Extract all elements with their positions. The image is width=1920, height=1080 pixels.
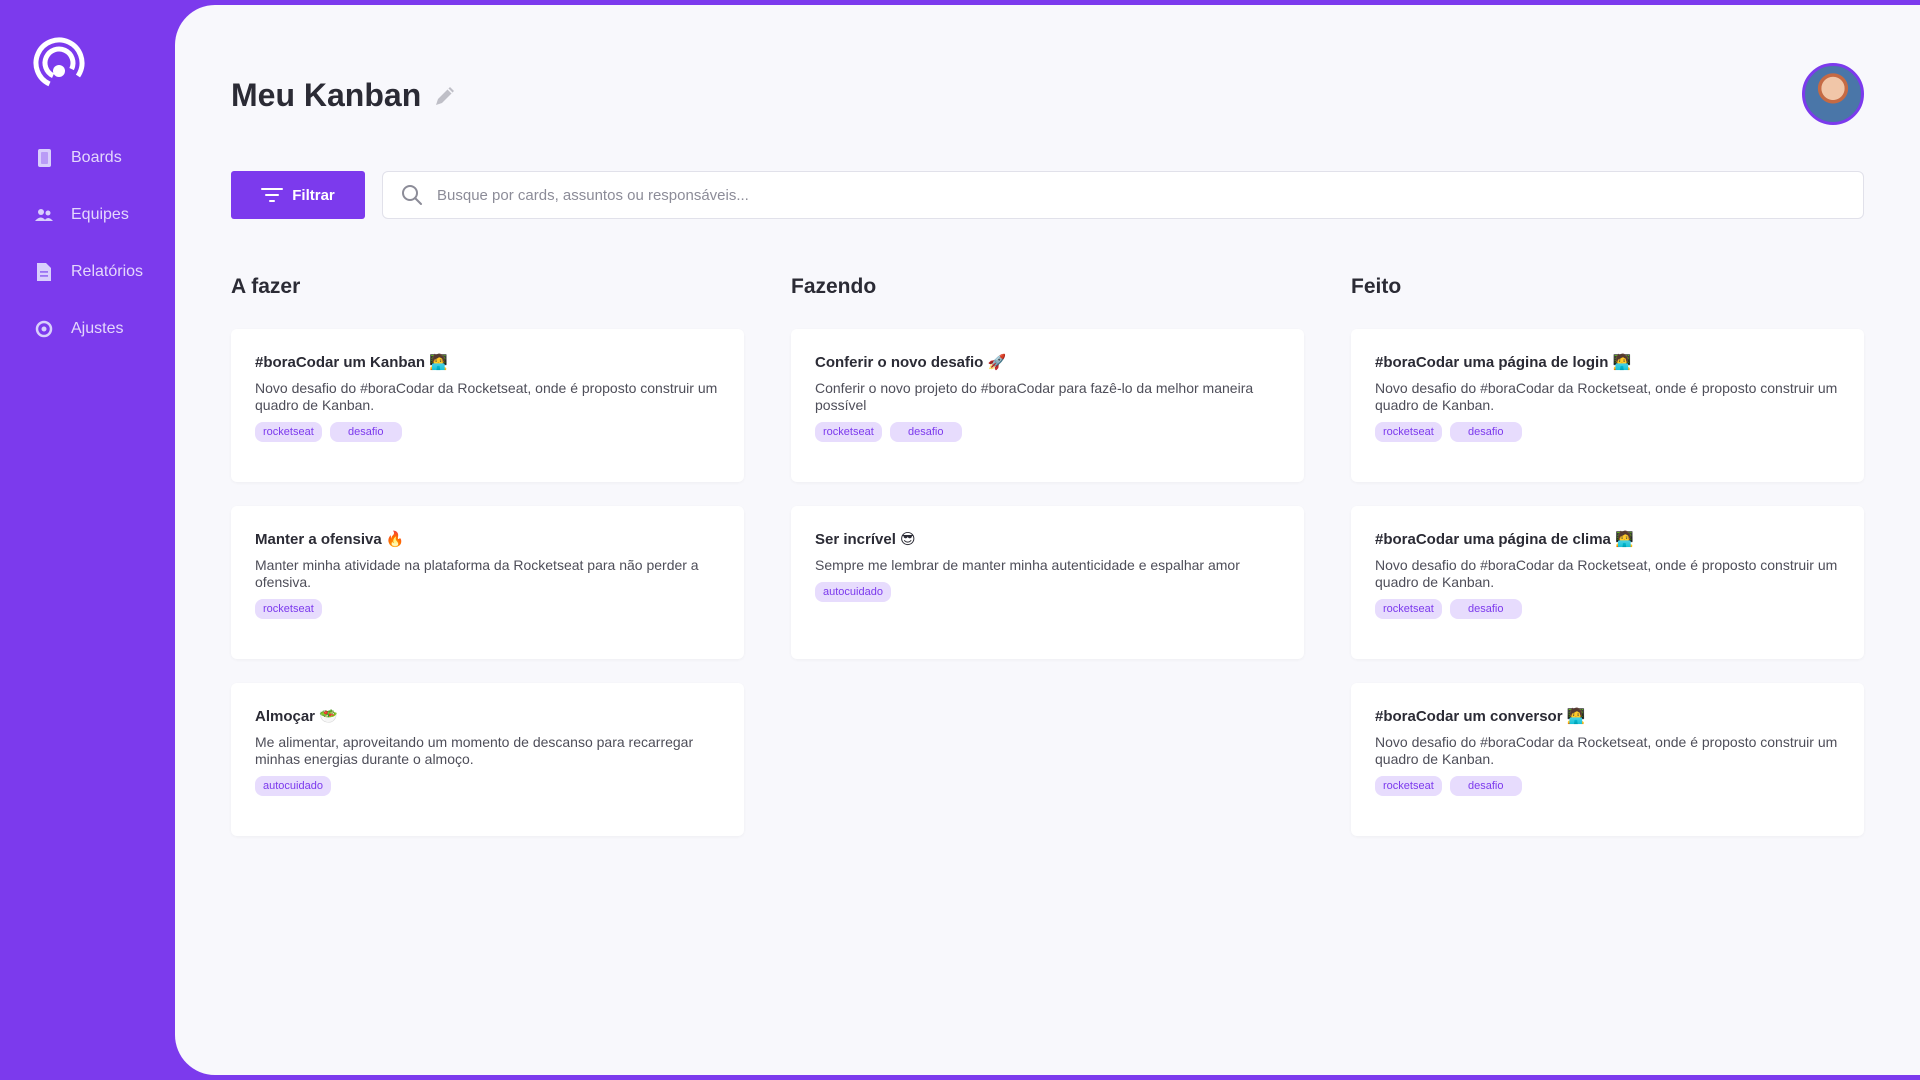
sidebar: Boards Equipes Relatórios Ajustes: [0, 0, 175, 1080]
card-description: Novo desafio do #boraCodar da Rocketseat…: [1375, 557, 1838, 590]
sidebar-item-label: Equipes: [71, 206, 129, 223]
card-title: #boraCodar uma página de clima 🧑‍💻: [1375, 531, 1634, 548]
tag[interactable]: desafio: [1449, 422, 1522, 442]
sidebar-item-label: Boards: [71, 149, 122, 166]
tag-list: rocketseat desafio: [1375, 776, 1840, 796]
tag[interactable]: desafio: [1449, 776, 1522, 796]
kanban-card[interactable]: #boraCodar uma página de clima 🧑‍💻 Novo …: [1351, 506, 1864, 659]
sidebar-item-boards[interactable]: Boards: [34, 143, 143, 173]
tag[interactable]: autocuidado: [815, 582, 891, 602]
card-description: Novo desafio do #boraCodar da Rocketseat…: [1375, 380, 1838, 413]
tag[interactable]: desafio: [1449, 599, 1522, 619]
sidebar-item-equipes[interactable]: Equipes: [34, 200, 143, 230]
tag[interactable]: rocketseat: [1375, 776, 1442, 796]
board-title: Meu Kanban: [231, 77, 422, 113]
sidebar-item-relatorios[interactable]: Relatórios: [34, 257, 143, 287]
search-bar[interactable]: [382, 171, 1864, 219]
kanban-card[interactable]: Ser incrível 😎 Sempre me lembrar de mant…: [791, 506, 1304, 659]
card-title: #boraCodar um Kanban 🧑‍💻: [255, 354, 448, 371]
column-fazendo: Fazendo Conferir o novo desafio 🚀 Confer…: [791, 275, 1304, 683]
kanban-card[interactable]: Almoçar 🥗 Me alimentar, aproveitando um …: [231, 683, 744, 836]
filter-button[interactable]: Filtrar: [231, 171, 365, 219]
column-title: Fazendo: [791, 275, 877, 298]
tag-list: rocketseat desafio: [815, 422, 1280, 442]
tag[interactable]: rocketseat: [1375, 599, 1442, 619]
avatar[interactable]: [1802, 63, 1864, 125]
filter-icon: [261, 188, 284, 202]
page-title: Meu Kanban: [231, 77, 457, 114]
card-title: #boraCodar um conversor 🧑‍💻: [1375, 708, 1586, 725]
kanban-card[interactable]: #boraCodar um Kanban 🧑‍💻 Novo desafio do…: [231, 329, 744, 482]
app-logo[interactable]: [32, 30, 86, 90]
team-icon: [34, 205, 54, 225]
card-title: #boraCodar uma página de login 🧑‍💻: [1375, 354, 1632, 371]
kanban-card[interactable]: #boraCodar um conversor 🧑‍💻 Novo desafio…: [1351, 683, 1864, 836]
search-input[interactable]: [435, 185, 1819, 205]
tag-list: autocuidado: [255, 776, 720, 796]
report-icon: [34, 262, 54, 282]
tag[interactable]: rocketseat: [815, 422, 882, 442]
tag[interactable]: rocketseat: [255, 599, 322, 619]
tag[interactable]: desafio: [889, 422, 962, 442]
edit-icon[interactable]: [433, 84, 457, 108]
card-description: Novo desafio do #boraCodar da Rocketseat…: [255, 380, 718, 413]
tag-list: rocketseat: [255, 599, 720, 619]
sidebar-item-ajustes[interactable]: Ajustes: [34, 314, 143, 344]
settings-icon: [34, 319, 54, 339]
tag[interactable]: desafio: [329, 422, 402, 442]
card-title: Conferir o novo desafio 🚀: [815, 354, 1007, 371]
boards-icon: [34, 148, 54, 168]
sidebar-nav: Boards Equipes Relatórios Ajustes: [34, 143, 143, 371]
card-title: Manter a ofensiva 🔥: [255, 531, 405, 548]
card-description: Sempre me lembrar de manter minha autent…: [815, 557, 1240, 573]
main-content: Meu Kanban Filtrar A fazer #boraCodar um…: [175, 5, 1920, 1075]
kanban-card[interactable]: Manter a ofensiva 🔥 Manter minha ativida…: [231, 506, 744, 659]
card-title: Ser incrível 😎: [815, 531, 916, 548]
search-icon: [402, 185, 422, 205]
column-title: Feito: [1351, 275, 1402, 298]
sidebar-item-label: Ajustes: [71, 320, 124, 337]
card-description: Novo desafio do #boraCodar da Rocketseat…: [1375, 734, 1838, 767]
card-description: Manter minha atividade na plataforma da …: [255, 557, 699, 590]
tag-list: rocketseat desafio: [1375, 422, 1840, 442]
card-description: Conferir o novo projeto do #boraCodar pa…: [815, 380, 1254, 413]
kanban-card[interactable]: Conferir o novo desafio 🚀 Conferir o nov…: [791, 329, 1304, 482]
tag-list: rocketseat desafio: [255, 422, 720, 442]
tag[interactable]: rocketseat: [255, 422, 322, 442]
sidebar-item-label: Relatórios: [71, 263, 144, 280]
column-title: A fazer: [231, 275, 301, 298]
tag[interactable]: rocketseat: [1375, 422, 1442, 442]
tag[interactable]: autocuidado: [255, 776, 331, 796]
column-feito: Feito #boraCodar uma página de login 🧑‍💻…: [1351, 275, 1864, 860]
kanban-card[interactable]: #boraCodar uma página de login 🧑‍💻 Novo …: [1351, 329, 1864, 482]
card-description: Me alimentar, aproveitando um momento de…: [255, 734, 694, 767]
column-a-fazer: A fazer #boraCodar um Kanban 🧑‍💻 Novo de…: [231, 275, 744, 860]
filter-label: Filtrar: [292, 186, 335, 204]
card-title: Almoçar 🥗: [255, 708, 338, 725]
tag-list: autocuidado: [815, 582, 1280, 602]
tag-list: rocketseat desafio: [1375, 599, 1840, 619]
